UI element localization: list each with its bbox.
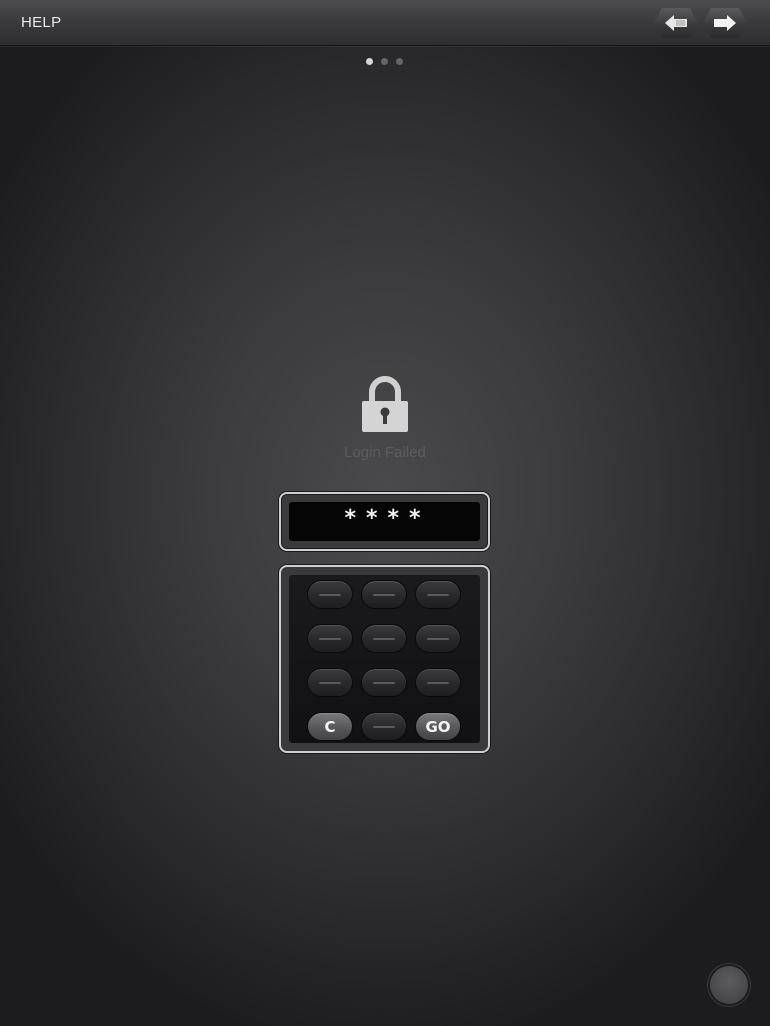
keypad-key[interactable]: [415, 580, 461, 609]
keypad-key[interactable]: [361, 624, 407, 653]
page-dot-2[interactable]: [381, 58, 388, 65]
top-bar: HELP: [0, 0, 770, 46]
keypad: C GO: [279, 565, 490, 753]
password-frame: ****: [279, 492, 490, 551]
login-status-text: Login Failed: [344, 444, 426, 461]
page-dot-1[interactable]: [366, 58, 373, 65]
home-button[interactable]: [710, 966, 748, 1004]
keypad-panel: C GO: [289, 575, 480, 743]
keypad-key[interactable]: [415, 668, 461, 697]
keypad-key[interactable]: [361, 712, 407, 741]
password-field[interactable]: ****: [289, 502, 480, 541]
keypad-key[interactable]: [307, 580, 353, 609]
go-button[interactable]: GO: [415, 712, 461, 741]
padlock-icon: [362, 376, 408, 432]
page-indicator[interactable]: [366, 58, 403, 65]
help-label: HELP: [21, 14, 62, 31]
help-screen: HELP Login Failed **** C GO: [0, 0, 770, 1026]
back-button[interactable]: [654, 8, 698, 38]
back-arrow-icon: [664, 14, 688, 32]
forward-button[interactable]: [703, 8, 747, 38]
forward-arrow-icon: [713, 14, 737, 32]
page-dot-3[interactable]: [396, 58, 403, 65]
keypad-key[interactable]: [307, 668, 353, 697]
keypad-key[interactable]: [307, 624, 353, 653]
clear-button[interactable]: C: [307, 712, 353, 741]
keypad-key[interactable]: [361, 580, 407, 609]
keypad-key[interactable]: [361, 668, 407, 697]
keypad-key[interactable]: [415, 624, 461, 653]
